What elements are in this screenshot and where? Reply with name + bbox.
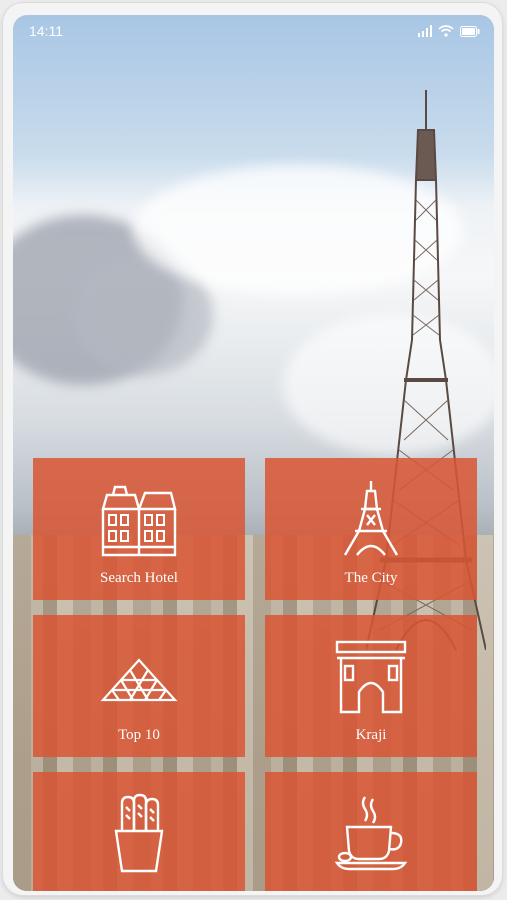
battery-icon [460, 25, 480, 37]
coffee-cup-icon [334, 796, 408, 871]
tile-label: The City [344, 570, 398, 586]
status-time: 14:11 [29, 23, 63, 39]
phone-frame: 14:11 Search Hotel The City Top 10 Kraji [3, 3, 502, 895]
eiffel-tower-icon [343, 481, 399, 556]
tile-top-10[interactable]: Top 10 [33, 615, 245, 757]
hotel-icon [101, 485, 177, 557]
baguette-icon [114, 793, 164, 873]
signal-icon [418, 25, 432, 37]
app-screen: 14:11 Search Hotel The City Top 10 Kraji [13, 15, 494, 891]
tile-cafe[interactable] [265, 772, 477, 891]
arc-de-triomphe-icon [335, 640, 407, 714]
tile-label: Kraji [355, 727, 387, 743]
wifi-icon [438, 25, 454, 37]
tile-label: Search Hotel [100, 570, 178, 586]
tile-food[interactable] [33, 772, 245, 891]
tile-the-city[interactable]: The City [265, 458, 477, 600]
pyramid-icon [100, 658, 178, 702]
tile-label: Top 10 [118, 727, 160, 743]
tile-kraji[interactable]: Kraji [265, 615, 477, 757]
status-bar: 14:11 [13, 15, 494, 49]
status-icons [418, 25, 480, 37]
tile-search-hotel[interactable]: Search Hotel [33, 458, 245, 600]
